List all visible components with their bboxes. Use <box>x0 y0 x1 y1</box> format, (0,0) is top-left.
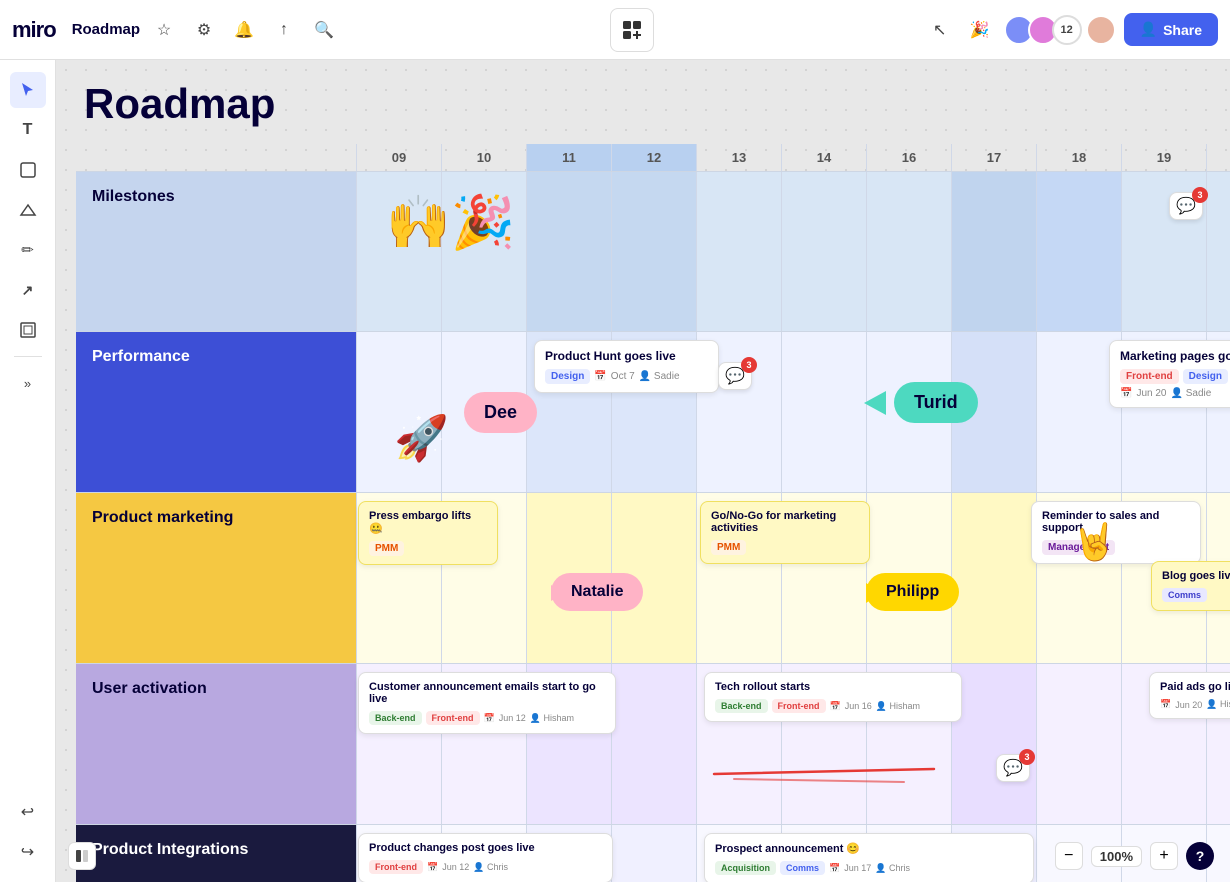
row-label-user-activation: User activation <box>76 664 356 824</box>
comment-badge-milestones[interactable]: 💬 3 <box>1169 192 1203 220</box>
board-name: Roadmap <box>72 21 140 38</box>
col-10: 10 <box>441 144 526 171</box>
card-product-hunt[interactable]: Product Hunt goes live Design 📅 Oct 7 👤 … <box>534 340 719 393</box>
shapes-tool[interactable] <box>10 192 46 228</box>
col-13: 13 <box>696 144 781 171</box>
left-toolbar: T ✏ ↗ » ↩ ↪ <box>0 60 56 882</box>
card-customer-announcement[interactable]: Customer announcement emails start to go… <box>358 672 616 734</box>
comment-badge-user-activation[interactable]: 💬 3 <box>996 754 1030 782</box>
share-button[interactable]: 👤 Share <box>1124 13 1218 46</box>
col-16: 16 <box>866 144 951 171</box>
col-09: 09 <box>356 144 441 171</box>
card-product-changes-post[interactable]: Product changes post goes live Front-end… <box>358 833 613 882</box>
row-performance: Performance Dee <box>76 331 1230 492</box>
col-20: 20 <box>1206 144 1230 171</box>
topbar: miro Roadmap ☆ ⚙ 🔔 ↑ 🔍 ↖ 🎉 12 👤 <box>0 0 1230 60</box>
card-paid-ads[interactable]: Paid ads go live 📅 Jun 20 👤 Hisham <box>1149 672 1230 719</box>
help-button[interactable]: ? <box>1186 842 1214 870</box>
card-blog-live[interactable]: Blog goes live Comms <box>1151 561 1230 611</box>
col-14: 14 <box>781 144 866 171</box>
search-icon[interactable]: 🔍 <box>308 14 340 46</box>
zoom-in-button[interactable]: + <box>1150 842 1178 870</box>
notification-icon[interactable]: 🔔 <box>228 14 260 46</box>
confetti-icon[interactable]: 🎉 <box>964 14 996 46</box>
arrow-tool[interactable]: ↗ <box>10 272 46 308</box>
col-17: 17 <box>951 144 1036 171</box>
hand-emoji: 🤘 <box>1072 521 1117 563</box>
roadmap-grid: 09 10 11 12 13 14 16 17 18 19 20 Milesto… <box>76 144 1230 882</box>
star-icon[interactable]: ☆ <box>148 14 180 46</box>
bubble-dee: Dee <box>464 392 537 433</box>
miro-logo: miro <box>12 17 56 43</box>
row-label-milestones: Milestones <box>76 172 356 331</box>
row-label-product-marketing: Product marketing <box>76 493 356 663</box>
turid-area: Turid <box>864 382 978 423</box>
row-product-marketing: Product marketing Press embargo lif <box>76 492 1230 663</box>
more-tools[interactable]: » <box>10 365 46 401</box>
collaborator-avatars: 12 <box>1004 15 1116 45</box>
zoom-level[interactable]: 100% <box>1091 846 1142 867</box>
col-11: 11 <box>526 144 611 171</box>
apps-button[interactable] <box>610 8 654 52</box>
panel-toggle-button[interactable] <box>68 842 96 870</box>
text-tool[interactable]: T <box>10 112 46 148</box>
redo-button[interactable]: ↪ <box>10 834 46 870</box>
upload-icon[interactable]: ↑ <box>268 14 300 46</box>
col-18: 18 <box>1036 144 1121 171</box>
card-press-embargo[interactable]: Press embargo lifts 🤐 PMM <box>358 501 498 565</box>
row-label-product-integrations: Product Integrations <box>76 825 356 882</box>
settings-icon[interactable]: ⚙ <box>188 14 220 46</box>
canvas[interactable]: Roadmap 09 10 11 12 13 14 16 17 18 19 20… <box>56 60 1230 882</box>
pointer-tool-icon[interactable]: ↖ <box>924 14 956 46</box>
avatar-3 <box>1086 15 1116 45</box>
row-user-activation: User activation Customer announceme <box>76 663 1230 824</box>
strikethrough-line <box>704 754 974 794</box>
undo-button[interactable]: ↩ <box>10 794 46 830</box>
card-prospect-announcement[interactable]: Prospect announcement 😊 Acquisition Comm… <box>704 833 1034 882</box>
card-go-nogo[interactable]: Go/No-Go for marketing activities PMM <box>700 501 870 564</box>
bottombar: − 100% + ? <box>1055 842 1214 870</box>
collaborator-count: 12 <box>1052 15 1082 45</box>
col-19: 19 <box>1121 144 1206 171</box>
rocket-emoji: 🚀 <box>394 412 449 464</box>
comment-badge-performance[interactable]: 💬 3 <box>718 362 752 390</box>
roadmap-title: Roadmap <box>76 80 1230 128</box>
share-user-icon: 👤 <box>1140 21 1157 38</box>
celebration-emoji: 🙌🎉 <box>386 192 516 253</box>
card-marketing-pages[interactable]: Marketing pages go live Front-end Design… <box>1109 340 1230 408</box>
pen-tool[interactable]: ✏ <box>10 232 46 268</box>
sticky-note-tool[interactable] <box>10 152 46 188</box>
card-tech-rollout[interactable]: Tech rollout starts Back-end Front-end 📅… <box>704 672 962 722</box>
frame-tool[interactable] <box>10 312 46 348</box>
row-label-performance: Performance <box>76 332 356 492</box>
column-headers: 09 10 11 12 13 14 16 17 18 19 20 <box>356 144 1230 171</box>
col-12: 12 <box>611 144 696 171</box>
zoom-out-button[interactable]: − <box>1055 842 1083 870</box>
select-tool[interactable] <box>10 72 46 108</box>
row-milestones: Milestones 🙌🎉 <box>76 171 1230 331</box>
